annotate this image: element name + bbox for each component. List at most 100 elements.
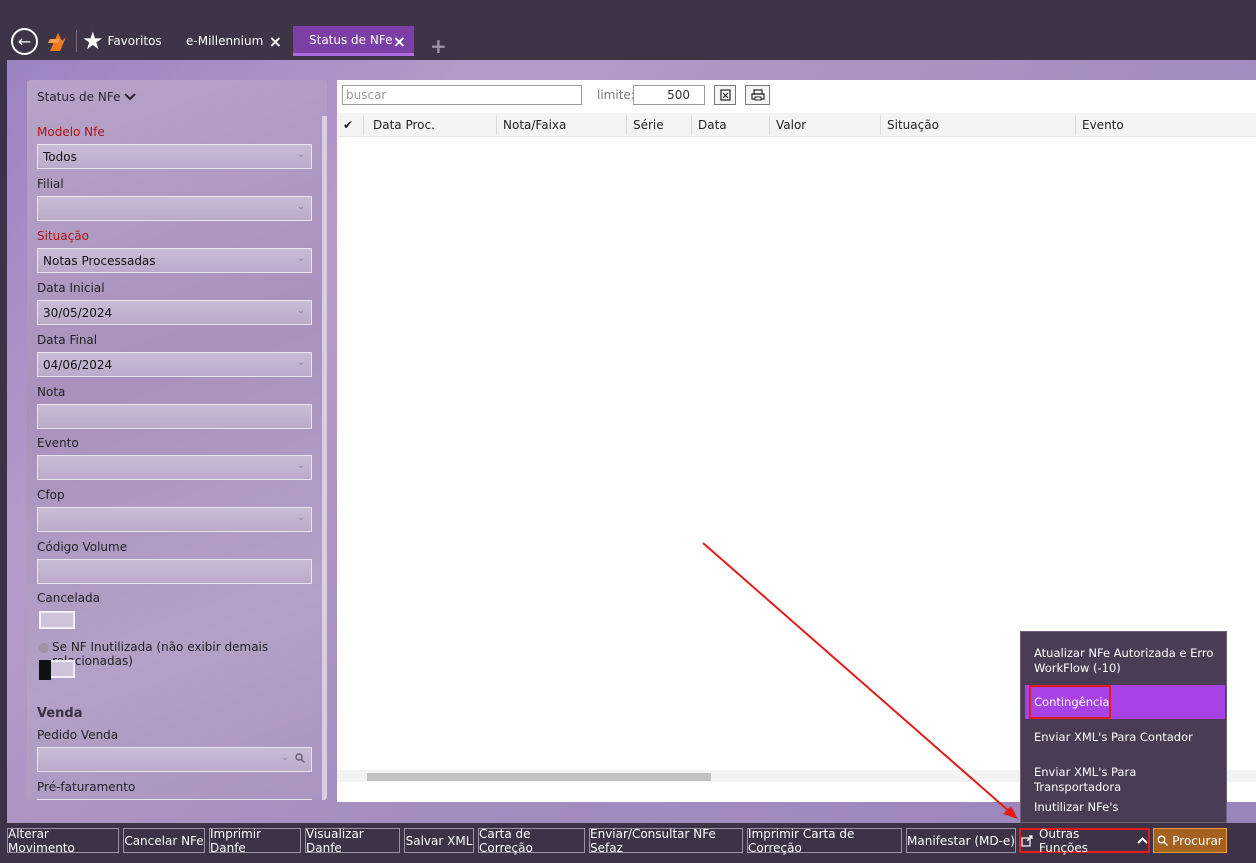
chevron-down-icon: ⌄ bbox=[296, 357, 305, 368]
outras-funcoes-label: Outras Funções bbox=[1038, 826, 1089, 855]
close-icon[interactable]: × bbox=[269, 32, 282, 51]
menu-item-enviar-contador[interactable]: Enviar XML's Para Contador bbox=[1034, 730, 1193, 745]
top-bar: ← ★ Favoritos e-Millennium × Status de N… bbox=[0, 0, 1256, 60]
visualizar-danfe-button[interactable]: Visualizar Danfe bbox=[305, 827, 400, 855]
outras-funcoes-button[interactable]: Outras Funções bbox=[1019, 826, 1150, 855]
column-header[interactable]: Valor bbox=[776, 118, 806, 132]
nota-label: Nota bbox=[37, 385, 66, 399]
inutilizada-label: Se NF Inutilizada (não exibir demais rel… bbox=[52, 640, 269, 668]
pedido-venda-input[interactable]: ⌄ bbox=[37, 747, 312, 772]
filial-label: Filial bbox=[37, 177, 64, 191]
export-excel-icon bbox=[719, 89, 731, 101]
favorites-label: Favoritos bbox=[107, 34, 162, 48]
chevron-up-icon bbox=[1137, 836, 1148, 844]
procurar-label: Procurar bbox=[1172, 833, 1223, 848]
cfop-select[interactable]: ⌄ bbox=[37, 507, 312, 532]
imprimir-carta-correcao-button[interactable]: Imprimir Carta de Correção bbox=[747, 827, 902, 855]
cancelada-toggle[interactable] bbox=[39, 611, 75, 629]
outras-funcoes-menu: Atualizar NFe Autorizada e Erro WorkFlow… bbox=[1020, 631, 1227, 823]
filter-panel-header[interactable]: Status de NFe bbox=[37, 90, 137, 104]
search-icon bbox=[1157, 835, 1169, 846]
manifestar-mde-button[interactable]: Manifestar (MD-e) bbox=[906, 828, 1016, 853]
add-tab-icon[interactable]: + bbox=[430, 34, 447, 58]
procurar-button[interactable]: Procurar bbox=[1153, 828, 1227, 853]
column-separator bbox=[769, 115, 770, 135]
column-header[interactable]: Evento bbox=[1082, 118, 1124, 132]
menu-item-enviar-transportadora[interactable]: Enviar XML's Para Transportadora bbox=[1034, 765, 1226, 795]
tab-e-millennium[interactable]: e-Millennium × bbox=[178, 26, 290, 56]
favorites-button[interactable]: ★ Favoritos bbox=[82, 28, 162, 54]
export-button[interactable] bbox=[714, 85, 736, 105]
chevron-down-icon: ⌄ bbox=[296, 305, 305, 316]
modelo-nfe-select[interactable]: Todos ⌄ bbox=[37, 144, 312, 169]
search-icon[interactable] bbox=[295, 753, 305, 763]
cancelada-label: Cancelada bbox=[37, 591, 100, 605]
pedido-venda-label: Pedido Venda bbox=[37, 728, 119, 742]
nota-input[interactable] bbox=[37, 404, 312, 429]
column-header[interactable]: Data Proc. bbox=[373, 118, 435, 132]
chevron-down-icon: ⌄ bbox=[296, 149, 305, 160]
print-button[interactable] bbox=[745, 85, 770, 105]
filter-panel-title: Status de NFe bbox=[37, 90, 121, 104]
tab-label: e-Millennium bbox=[186, 34, 264, 48]
prefaturamento-input[interactable] bbox=[37, 799, 312, 800]
alterar-movimento-button[interactable]: Alterar Movimento bbox=[7, 827, 119, 855]
data-inicial-field[interactable]: 30/05/2024 ⌄ bbox=[37, 300, 312, 325]
inutilizada-toggle[interactable] bbox=[39, 660, 75, 680]
codigo-volume-input[interactable] bbox=[37, 559, 312, 584]
close-icon[interactable]: × bbox=[393, 32, 406, 51]
toggle-knob bbox=[39, 660, 51, 680]
modelo-nfe-value: Todos bbox=[43, 149, 77, 164]
search-input[interactable]: buscar bbox=[342, 85, 582, 105]
chevron-down-icon: ⌄ bbox=[296, 512, 305, 523]
data-final-field[interactable]: 04/06/2024 ⌄ bbox=[37, 352, 312, 377]
modelo-nfe-label: Modelo Nfe bbox=[37, 125, 105, 139]
column-header[interactable]: Data bbox=[698, 118, 727, 132]
column-header[interactable]: Série bbox=[633, 118, 664, 132]
column-separator bbox=[691, 115, 692, 135]
carta-correcao-button[interactable]: Carta de Correção bbox=[478, 827, 585, 855]
topbar-divider bbox=[76, 30, 77, 52]
annotation-highlight-box bbox=[1029, 685, 1111, 719]
prefaturamento-label: Pré-faturamento bbox=[37, 780, 136, 794]
data-final-value: 04/06/2024 bbox=[43, 357, 113, 372]
inutilizada-radio[interactable] bbox=[39, 643, 49, 653]
chevron-down-icon: ⌄ bbox=[296, 253, 305, 264]
tab-status-nfe[interactable]: Status de NFe × bbox=[293, 26, 414, 56]
select-all-checkbox[interactable]: ✔ bbox=[343, 118, 353, 132]
tab-label: Status de NFe bbox=[309, 32, 393, 47]
filter-scrollbar[interactable] bbox=[322, 116, 327, 800]
chevron-down-icon: ⌄ bbox=[296, 460, 305, 471]
imprimir-danfe-button[interactable]: Imprimir Danfe bbox=[209, 827, 301, 855]
cancelar-nfe-button[interactable]: Cancelar NFe bbox=[123, 828, 205, 853]
filter-panel: Status de NFe Modelo Nfe Todos ⌄ Filial … bbox=[27, 80, 327, 800]
salvar-xml-button[interactable]: Salvar XML bbox=[404, 828, 474, 853]
cfop-label: Cfop bbox=[37, 488, 65, 502]
column-separator bbox=[496, 115, 497, 135]
column-header[interactable]: Situação bbox=[887, 118, 939, 132]
enviar-consultar-nfe-button[interactable]: Enviar/Consultar NFe Sefaz bbox=[589, 827, 743, 855]
menu-item-atualizar-nfe[interactable]: Atualizar NFe Autorizada e Erro WorkFlow… bbox=[1034, 646, 1214, 676]
venda-section-title: Venda bbox=[37, 706, 83, 721]
column-header[interactable]: Nota/Faixa bbox=[503, 118, 566, 132]
column-separator bbox=[363, 115, 364, 135]
limit-label: limite: bbox=[597, 88, 635, 102]
data-final-label: Data Final bbox=[37, 333, 98, 347]
situacao-select[interactable]: Notas Processadas ⌄ bbox=[37, 248, 312, 273]
chevron-down-icon[interactable]: ⌄ bbox=[281, 752, 289, 763]
limit-input[interactable]: 500 bbox=[633, 85, 705, 105]
column-separator bbox=[626, 115, 627, 135]
scrollbar-thumb[interactable] bbox=[367, 773, 711, 781]
grid-header-row: ✔ Data Proc. Nota/Faixa Série Data Valor… bbox=[337, 113, 1256, 137]
external-edit-icon bbox=[1021, 834, 1033, 847]
column-separator bbox=[880, 115, 881, 135]
situacao-value: Notas Processadas bbox=[43, 253, 156, 268]
menu-item-inutilizar-nfe[interactable]: Inutilizar NFe's bbox=[1034, 800, 1118, 815]
evento-label: Evento bbox=[37, 436, 79, 450]
data-inicial-value: 30/05/2024 bbox=[43, 305, 113, 320]
situacao-label: Situação bbox=[37, 229, 89, 243]
back-arrow-icon[interactable]: ← bbox=[11, 28, 38, 55]
filial-select[interactable]: ⌄ bbox=[37, 196, 312, 221]
chevron-down-icon: ⌄ bbox=[296, 201, 305, 212]
evento-select[interactable]: ⌄ bbox=[37, 455, 312, 480]
